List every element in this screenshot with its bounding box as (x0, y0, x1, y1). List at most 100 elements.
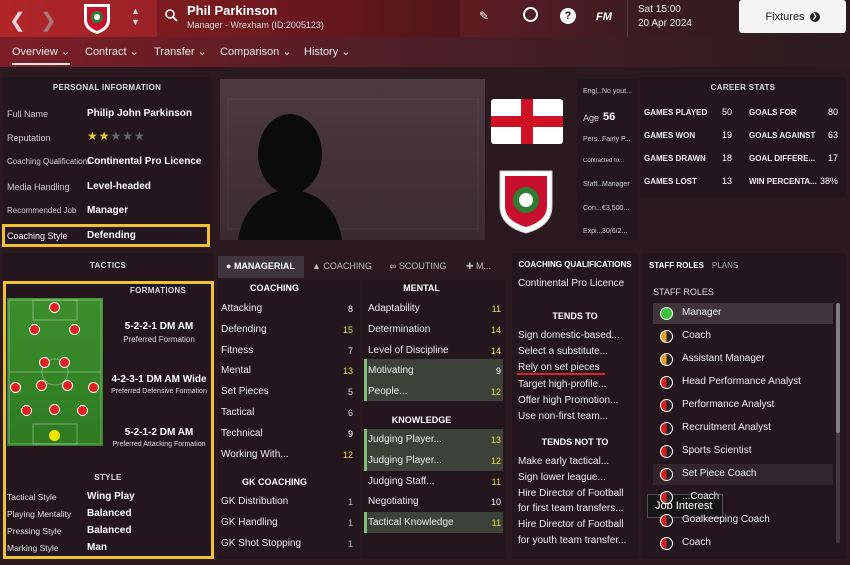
globe-icon[interactable] (523, 7, 538, 22)
role-status-icon (660, 307, 673, 320)
role-status-icon (660, 353, 673, 366)
games-drawn-value: 18 (721, 153, 732, 163)
coaching-qualifications-heading: COACHING QUALIFICATIONS (518, 260, 632, 269)
staff-roles-heading: STAFF ROLES (653, 287, 714, 297)
attribute-label: Determination (368, 323, 431, 335)
club-switcher[interactable]: ▲ ▼ (131, 6, 140, 28)
attribute-label: GK Handling (221, 516, 278, 528)
manager-silhouette-icon (227, 98, 479, 240)
tab-scouting[interactable]: ∞ SCOUTING (390, 261, 446, 271)
tab-transfer[interactable]: Transfer ⌄ (154, 45, 207, 58)
staff-role-row[interactable]: Manager (653, 303, 833, 324)
info-label-4: Staff... (583, 181, 603, 188)
player-dot (69, 324, 80, 335)
edit-icon[interactable]: ✎ (479, 9, 489, 23)
tab-medical[interactable]: ✚ M... (466, 261, 491, 272)
gk-coaching-heading: GK COACHING (242, 477, 307, 487)
attribute-label: Defending (221, 323, 267, 335)
tab-staff-roles[interactable]: STAFF ROLES (649, 261, 704, 270)
tactics-heading: TACTICS (89, 261, 127, 270)
staff-role-row[interactable]: Performance Analyst (653, 395, 833, 416)
coaching-qualifications-label: Coaching Qualifications (7, 157, 92, 166)
win-percentage-label: WIN PERCENTA... (749, 177, 817, 186)
tends-not-to-item: for youth team transfer... (518, 535, 627, 546)
goals-against-value: 63 (827, 130, 838, 140)
attribute-value: 11 (491, 304, 501, 314)
attribute-label: Negotiating (368, 496, 419, 508)
club-badge-icon[interactable] (82, 2, 112, 35)
staff-role-row[interactable]: Head Performance Analyst (653, 372, 833, 393)
staff-role-row[interactable]: Goalkeeping Coach (653, 510, 833, 531)
tab-overview-label: Overview (12, 46, 58, 58)
person-header[interactable]: Phil Parkinson Manager - Wrexham (ID:200… (156, 0, 460, 37)
tends-to-item: Rely on set pieces (518, 362, 600, 374)
fixtures-button[interactable]: Fixtures ❯ (739, 0, 846, 33)
attribute-value: 9 (347, 428, 353, 439)
roles-scrollbar[interactable] (836, 303, 840, 543)
attribute-label: Judging Player... (368, 434, 442, 445)
staff-role-row[interactable]: Assistant Manager (653, 349, 833, 370)
arrow-right-icon: ❯ (809, 11, 820, 22)
staff-role-label: Sports Scientist (682, 445, 752, 456)
pressing-style-value: Balanced (87, 525, 132, 536)
player-dot (29, 324, 40, 335)
tab-plans[interactable]: PLANS (712, 261, 738, 270)
staff-role-label: Coach (682, 537, 711, 548)
game-time: Sat 15:00 (638, 4, 681, 15)
games-won-value: 19 (721, 130, 732, 140)
tends-not-to-heading: TENDS NOT TO (541, 437, 609, 447)
games-lost-label: GAMES LOST (644, 177, 697, 186)
tends-to-item: Offer high Promotion... (518, 394, 619, 406)
staff-role-label: Goalkeeping Coach (682, 514, 770, 525)
formation-2-name: 4-2-3-1 DM AM Wide (111, 374, 207, 385)
reputation-stars: ★★★★★ (87, 129, 146, 143)
staff-role-label: Manager (682, 307, 722, 318)
formation-3-name: 5-2-1-2 DM AM (124, 427, 194, 438)
staff-role-row[interactable]: Recruitment Analyst (653, 418, 833, 439)
player-dot (77, 405, 88, 416)
media-handling-value: Level-headed (87, 181, 151, 192)
games-drawn-label: GAMES DRAWN (644, 154, 706, 163)
staff-role-row[interactable]: ...Coach (653, 487, 833, 508)
player-dot (62, 380, 73, 391)
goals-against-label: GOALS AGAINST (749, 131, 816, 140)
tab-overview[interactable]: Overview ⌄ (12, 45, 71, 65)
coaching-style-value: Defending (87, 230, 136, 241)
game-date: Sat 15:00 20 Apr 2024 (627, 0, 737, 37)
staff-role-row[interactable]: Sports Scientist (653, 441, 833, 462)
games-lost-value: 13 (721, 176, 732, 186)
tab-coaching-label: COACHING (323, 261, 372, 271)
goal-difference-label: GOAL DIFFERE... (749, 154, 816, 163)
back-arrow-icon[interactable]: ❮ (9, 8, 26, 33)
pitch-lines-icon (8, 299, 102, 445)
attribute-label: Motivating (368, 365, 414, 377)
staff-role-row[interactable]: Set Piece Coach (653, 464, 833, 485)
tab-contract[interactable]: Contract ⌄ (85, 45, 139, 58)
staff-role-row[interactable]: Coach (653, 533, 833, 554)
england-flag-icon (491, 99, 563, 144)
staff-role-label: Coach (682, 330, 711, 341)
forward-arrow-icon[interactable]: ❯ (40, 8, 57, 33)
reputation-label: Reputation (7, 133, 51, 143)
player-dot (39, 357, 50, 368)
attribute-value: 14 (490, 345, 501, 356)
goals-for-value: 80 (827, 107, 838, 117)
info-label-6: Expi... (583, 228, 603, 235)
attribute-value: 6 (347, 408, 353, 418)
staff-role-row[interactable]: Coach (653, 326, 833, 347)
tab-transfer-label: Transfer (154, 46, 195, 58)
attribute-label: Judging Player... (368, 454, 442, 466)
marking-style-label: Marking Style (7, 543, 59, 553)
tab-history[interactable]: History ⌄ (304, 45, 351, 58)
tab-managerial[interactable]: ● MANAGERIAL (218, 256, 304, 278)
info-value-2: Fairly P... (602, 136, 631, 143)
tab-coaching[interactable]: ▲ COACHING (312, 261, 372, 271)
player-dot (49, 404, 60, 415)
info-label-2: Pers... (583, 136, 603, 143)
fm-logo[interactable]: FM (596, 11, 612, 23)
staff-role-label: Recruitment Analyst (682, 422, 771, 433)
role-status-icon (660, 537, 673, 550)
help-icon[interactable]: ? (560, 8, 576, 24)
formations-heading: FORMATIONS (129, 286, 187, 295)
tab-comparison[interactable]: Comparison ⌄ (220, 45, 292, 58)
